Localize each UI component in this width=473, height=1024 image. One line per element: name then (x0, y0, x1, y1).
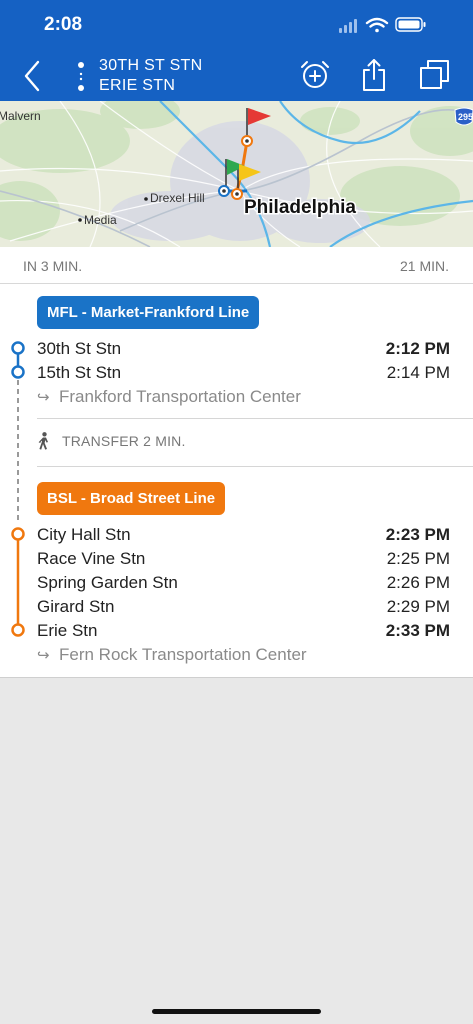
battery-icon (395, 17, 426, 32)
stop-row[interactable]: Erie Stn 2:33 PM (37, 621, 450, 645)
map-label-media: Media (84, 213, 117, 227)
map-label-highway: 295 (458, 112, 473, 122)
stop-name: Race Vine Stn (37, 549, 146, 568)
set-alarm-button[interactable] (298, 58, 332, 92)
route-map[interactable]: Malvern Drexel Hill Media Philadelphia 2… (0, 101, 473, 247)
stop-time: 2:25 PM (386, 549, 450, 568)
stop-name: Erie Stn (37, 621, 98, 640)
stop-name: 15th St Stn (37, 363, 122, 382)
stop-row[interactable]: 30th St Stn 2:12 PM (37, 339, 450, 363)
chevron-left-icon (24, 60, 40, 92)
total-duration: 21 MIN. (399, 258, 449, 274)
direction-text: Fern Rock Transportation Center (59, 645, 307, 664)
copy-icon (420, 60, 449, 89)
route-timeline (11, 341, 25, 637)
map-label-drexel-hill: Drexel Hill (150, 191, 205, 205)
stop-row[interactable]: City Hall Stn 2:23 PM (37, 525, 450, 549)
walking-person-icon (37, 432, 62, 453)
alarm-add-icon (301, 61, 329, 88)
status-time: 2:08 (44, 14, 83, 35)
stop-row[interactable]: Spring Garden Stn 2:26 PM (37, 573, 450, 597)
trip-duration-bar: IN 3 MIN. 21 MIN. (0, 247, 473, 284)
origin-stop: 30TH ST STN (99, 57, 203, 74)
stop-time: 2:29 PM (386, 597, 450, 616)
stop-row[interactable]: Race Vine Stn 2:25 PM (37, 549, 450, 573)
line-badge-mfl[interactable]: MFL - Market-Frankford Line (37, 296, 260, 329)
stop-time: 2:33 PM (385, 621, 450, 640)
stop-time: 2:23 PM (385, 525, 450, 544)
direction-arrow-icon: ↪ (37, 647, 50, 664)
app-header: 2:08 30TH ST STN ERIE STN (0, 0, 473, 101)
stop-name: City Hall Stn (37, 525, 131, 544)
share-icon (363, 59, 385, 91)
transfer-row: TRANSFER 2 MIN. (37, 432, 186, 453)
share-button[interactable] (357, 58, 391, 92)
map-label-philadelphia: Philadelphia (244, 197, 356, 218)
destination-stop: ERIE STN (99, 77, 176, 94)
status-icons (339, 16, 449, 34)
stop-row[interactable]: 15th St Stn 2:14 PM (37, 363, 450, 387)
copy-button[interactable] (418, 58, 452, 92)
direction-row: ↪ Fern Rock Transportation Center (37, 645, 307, 665)
stop-row[interactable]: Girard Stn 2:29 PM (37, 597, 450, 621)
line-badge-bsl[interactable]: BSL - Broad Street Line (37, 482, 226, 515)
back-button[interactable] (18, 58, 48, 94)
stop-time: 2:26 PM (386, 573, 450, 592)
stop-time: 2:12 PM (385, 339, 450, 358)
stop-time: 2:14 PM (386, 363, 450, 382)
home-indicator[interactable] (152, 1009, 321, 1014)
divider (37, 466, 473, 467)
trip-details: MFL - Market-Frankford Line 30th St Stn … (0, 284, 473, 678)
wifi-icon (365, 17, 389, 33)
direction-row: ↪ Frankford Transportation Center (37, 387, 301, 407)
direction-text: Frankford Transportation Center (59, 387, 301, 406)
departure-countdown: IN 3 MIN. (23, 258, 83, 274)
direction-arrow-icon: ↪ (37, 389, 50, 406)
map-label-malvern: Malvern (0, 109, 41, 123)
stop-name: Spring Garden Stn (37, 573, 178, 592)
transfer-label: TRANSFER 2 MIN. (62, 433, 186, 450)
stop-name: 30th St Stn (37, 339, 122, 358)
divider (37, 418, 473, 419)
route-dots-icon (76, 60, 86, 96)
stop-name: Girard Stn (37, 597, 115, 616)
signal-icon (339, 19, 357, 33)
